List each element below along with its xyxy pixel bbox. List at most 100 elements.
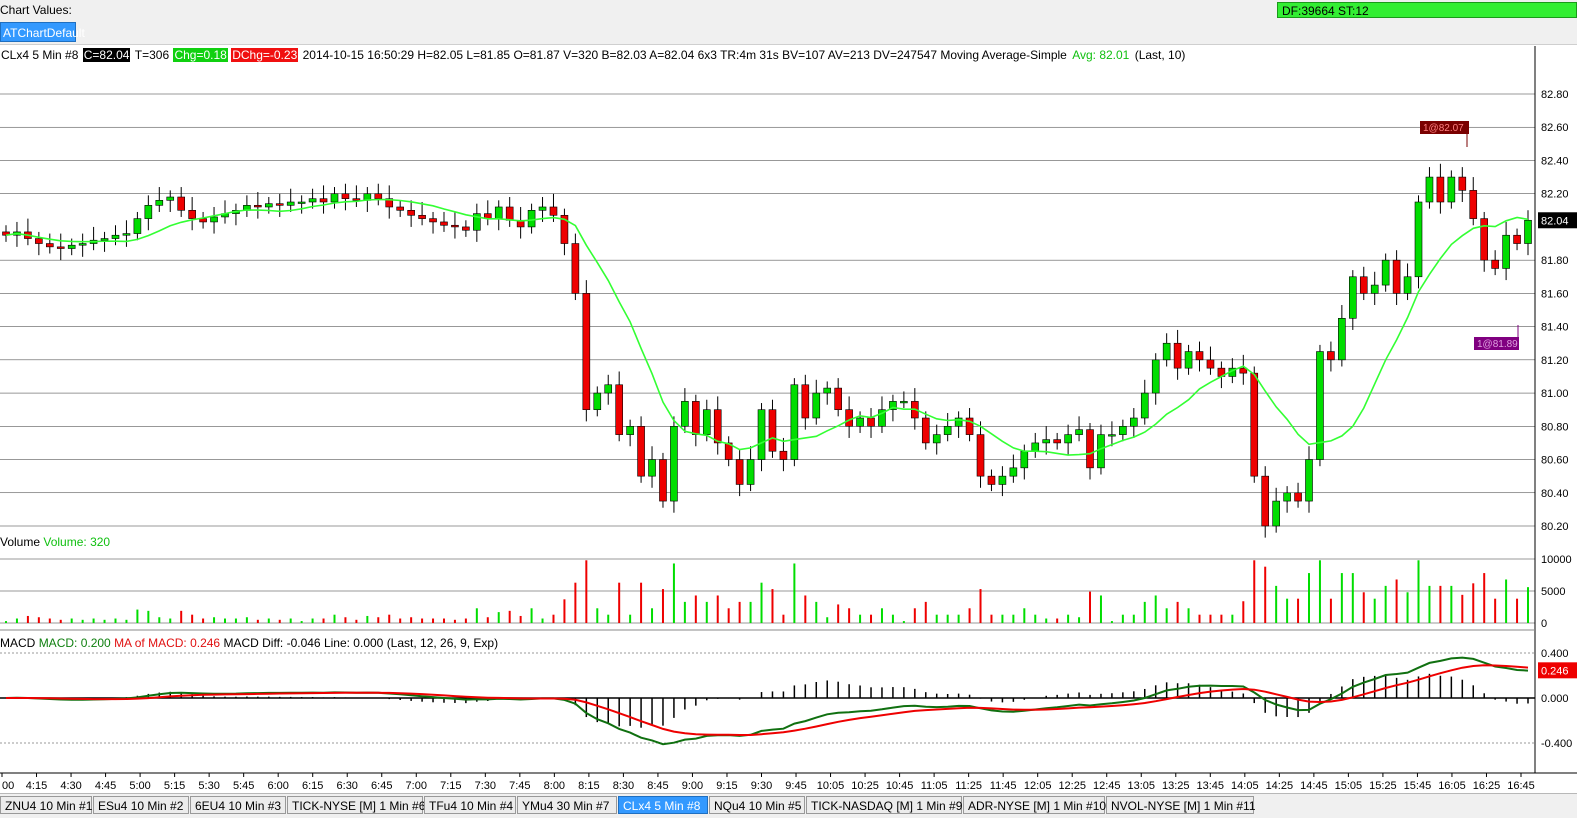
- candle-body: [210, 216, 218, 223]
- macd-ma-value: MA of MACD: 0.246: [114, 636, 221, 650]
- time-tick-label: 6:30: [337, 780, 358, 792]
- candle-body: [867, 417, 875, 427]
- candle-body: [1502, 234, 1510, 269]
- candle-body: [352, 198, 361, 201]
- candle-body: [735, 459, 744, 485]
- time-tick-label: 6:00: [267, 780, 288, 792]
- time-tick-label: 4:15: [26, 780, 47, 792]
- chart-tab[interactable]: TICK-NYSE [M] 1 Min #6: [287, 796, 425, 814]
- chart-tab[interactable]: YMu4 30 Min #7: [517, 796, 617, 814]
- sell-order-marker-label: 1@82.07: [1423, 123, 1464, 134]
- candle-body: [407, 210, 415, 216]
- candle-body: [779, 450, 788, 460]
- macd-panel-label: MACD MACD: 0.200 MA of MACD: 0.246 MACD …: [0, 636, 498, 650]
- candle-body: [1184, 351, 1193, 369]
- candle-body: [1305, 459, 1313, 502]
- time-tick-label: 10:25: [851, 780, 879, 792]
- candle-body: [1436, 176, 1445, 203]
- candle-body: [637, 426, 645, 477]
- candle-body: [1381, 259, 1390, 286]
- candle-body: [1162, 342, 1171, 361]
- time-tick-label: 7:45: [509, 780, 530, 792]
- time-tick-label: 14:05: [1231, 780, 1259, 792]
- ticks-value: T=306: [134, 48, 170, 62]
- candle-body: [1294, 492, 1302, 502]
- price-chart[interactable]: 82.80 82.60 82.40 82.20 82.04 81.80 81.60 81.40…: [0, 0, 1577, 793]
- candle-body: [264, 203, 273, 208]
- chart-tab[interactable]: TICK-NASDAQ [M] 1 Min #9: [806, 796, 962, 814]
- candle-body: [1491, 259, 1499, 269]
- time-tick-label: 15:45: [1404, 780, 1432, 792]
- time-tick-label: 7:15: [440, 780, 461, 792]
- time-tick-label: 12:45: [1093, 780, 1121, 792]
- candle-body: [626, 426, 634, 435]
- chart-tab[interactable]: ADR-NYSE [M] 1 Min #10: [963, 796, 1106, 814]
- chart-tab[interactable]: TFu4 10 Min #4: [424, 796, 516, 814]
- candle-body: [1108, 434, 1116, 437]
- candle-body: [286, 201, 295, 206]
- time-tick-label: 13:25: [1162, 780, 1190, 792]
- candle-body: [987, 475, 996, 485]
- candle-body: [1130, 417, 1138, 427]
- price-tick-label: 82.60: [1541, 122, 1569, 134]
- candle-body: [659, 459, 667, 502]
- candle-body: [790, 384, 799, 460]
- candle-body: [801, 384, 810, 419]
- chart-tab[interactable]: ZNU4 10 Min #1: [0, 796, 92, 814]
- moving-average-params: (Last, 10): [1134, 48, 1186, 62]
- candle-body: [1031, 442, 1040, 452]
- candle-body: [702, 409, 711, 435]
- candle-body: [1327, 351, 1335, 361]
- time-tick-label: 6:15: [302, 780, 323, 792]
- candle-body: [856, 417, 864, 427]
- candle-body: [144, 205, 153, 219]
- candle-body: [1272, 500, 1280, 527]
- volume-tick-label: 10000: [1541, 554, 1572, 566]
- candle-body: [1097, 434, 1105, 469]
- change-value: Chg=0.18: [173, 48, 228, 62]
- chart-tab[interactable]: 6EU4 10 Min #3: [190, 796, 286, 814]
- price-tick-label: 82.40: [1541, 155, 1569, 167]
- candle-body: [1075, 429, 1083, 435]
- candle-body: [78, 243, 87, 246]
- candle-body: [297, 201, 306, 204]
- candle-body: [451, 224, 459, 228]
- time-tick-label: 14:25: [1266, 780, 1294, 792]
- candle-body: [1042, 439, 1051, 444]
- time-tick-label: 13:45: [1197, 780, 1225, 792]
- macd-tick-label: 0.400: [1541, 648, 1569, 660]
- chart-tab[interactable]: NVOL-NYSE [M] 1 Min #11: [1106, 796, 1256, 814]
- candle-body: [681, 401, 689, 427]
- candle-body: [1338, 318, 1346, 361]
- candle-body: [1173, 342, 1182, 369]
- candle-body: [648, 459, 656, 477]
- price-tick-label: 82.80: [1541, 89, 1569, 101]
- time-tick-label: 8:45: [647, 780, 668, 792]
- time-tick-label: 11:05: [921, 780, 948, 792]
- chart-tab[interactable]: NQu4 10 Min #5: [709, 796, 805, 814]
- time-tick-label: 14:45: [1300, 780, 1328, 792]
- candle-body: [188, 210, 196, 219]
- chart-tab[interactable]: CLx4 5 Min #8: [618, 796, 708, 814]
- candle-body: [1119, 426, 1127, 435]
- candle-body: [845, 409, 853, 427]
- macd-ma-line: [6, 664, 1529, 736]
- bar-details: 2014-10-15 16:50:29 H=82.05 L=81.85 O=81…: [302, 48, 1067, 62]
- candle-body: [35, 238, 43, 244]
- candle-body: [527, 210, 536, 228]
- candle-body: [1447, 176, 1456, 203]
- time-tick-label: 8:30: [613, 780, 634, 792]
- macd-line-value: Line: 0.000: [323, 636, 384, 650]
- macd-value: MACD: 0.200: [38, 636, 111, 650]
- candle-body: [549, 206, 558, 216]
- price-tick-label: 80.20: [1541, 521, 1569, 533]
- macd-params: (Last, 12, 26, 9, Exp): [386, 636, 499, 650]
- candle-body: [1086, 429, 1094, 469]
- price-tick-label: 82.20: [1541, 189, 1569, 201]
- price-tick-label: 81.40: [1541, 322, 1569, 334]
- candle-body: [1140, 392, 1149, 419]
- candle-body: [615, 384, 623, 435]
- candle-body: [1359, 276, 1368, 294]
- chart-tab[interactable]: ESu4 10 Min #2: [93, 796, 189, 814]
- time-tick-label: 10:05: [817, 780, 845, 792]
